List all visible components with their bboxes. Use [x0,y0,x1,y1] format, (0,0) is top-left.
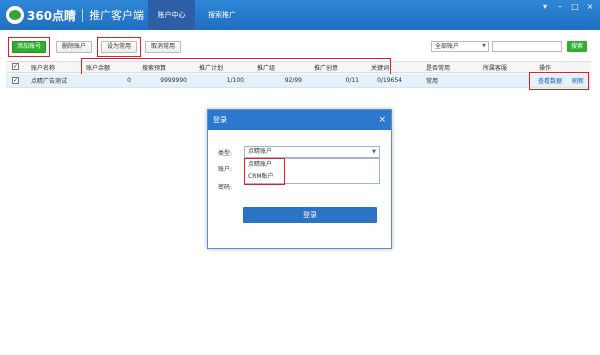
account-label: 账户: [218,166,233,173]
col-account-name: 账户名称 [31,64,56,72]
chevron-down-icon: ▼ [482,43,486,49]
chevron-down-icon: ▼ [372,149,376,155]
col-creatives: 推广创意 [314,64,339,72]
logo-divider [82,8,84,22]
cell-balance: 0 [127,77,131,84]
logo-icon [6,6,24,24]
col-service: 所属客服 [483,64,508,72]
menu-icon[interactable]: ▾ [540,2,550,12]
search-button[interactable]: 搜索 [567,41,587,52]
cancel-common-button[interactable]: 取消常用 [145,41,181,53]
option-dianjing-account[interactable]: 点睛账户 [245,159,379,171]
cell-creatives: 0/11 [345,77,359,84]
col-keywords: 关键词 [371,64,390,72]
row-checkbox[interactable]: ✓ [12,77,19,84]
table-row[interactable]: ✓ 点睛广告测试 0 9999990 1/100 92/99 0/11 0/19… [6,74,591,88]
cell-common: 常用 [426,78,439,85]
refresh-link[interactable]: 刷新 [572,74,584,87]
col-common: 是否常用 [426,64,451,72]
cell-budget: 9999990 [160,77,187,84]
cell-account-name: 点睛广告测试 [31,78,68,85]
title-bar: 360点睛 推广客户端 账户中心 搜索推广 ▾ – □ × [0,0,600,30]
add-account-button[interactable]: 添加账号 [12,41,46,53]
dialog-title: 登录 [213,116,227,124]
login-dialog: 登录 × 类型: 点睛账户 ▼ 账户: 密码: 点睛账户 CRM账户 登录 [207,109,392,249]
col-budget: 搜索预算 [142,64,167,72]
account-type-value: 点睛账户 [248,148,273,155]
col-balance: 账户余额 [86,64,111,72]
view-data-link[interactable]: 查看数据 [538,74,562,87]
password-label: 密码: [218,184,233,191]
search-input[interactable] [492,41,562,52]
delete-account-button[interactable]: 删除账户 [56,41,92,53]
account-filter-value: 全部账户 [435,43,460,50]
app-logo: 360点睛 推广客户端 [6,5,144,25]
tab-account-center[interactable]: 账户中心 [148,0,195,30]
col-groups: 推广组 [257,64,276,72]
dialog-header: 登录 × [208,110,391,130]
account-filter-select[interactable]: 全部账户 ▼ [431,41,489,52]
login-button[interactable]: 登录 [243,207,377,223]
account-type-select[interactable]: 点睛账户 ▼ [244,146,380,158]
cell-plans: 1/100 [226,77,244,84]
dialog-close-icon[interactable]: × [378,110,386,130]
app-subtitle: 推广客户端 [89,9,145,22]
cell-groups: 92/99 [284,77,302,84]
set-common-button[interactable]: 设为常用 [101,41,137,53]
cell-keywords: 0/19654 [377,77,402,84]
table-header: ✓ 账户名称 账户余额 搜索预算 推广计划 推广组 推广创意 关键词 是否常用 … [6,61,591,73]
maximize-icon[interactable]: □ [570,2,580,12]
account-type-dropdown: 点睛账户 CRM账户 [244,158,380,184]
close-icon[interactable]: × [585,2,595,12]
option-crm-account[interactable]: CRM账户 [245,171,379,183]
minimize-icon[interactable]: – [555,2,565,12]
col-plans: 推广计划 [199,64,224,72]
col-actions: 操作 [539,64,552,72]
type-label: 类型: [218,150,233,157]
logo-text: 360点睛 [27,8,77,23]
select-all-checkbox[interactable]: ✓ [12,63,19,70]
tab-search-promotion[interactable]: 搜索推广 [197,0,247,30]
